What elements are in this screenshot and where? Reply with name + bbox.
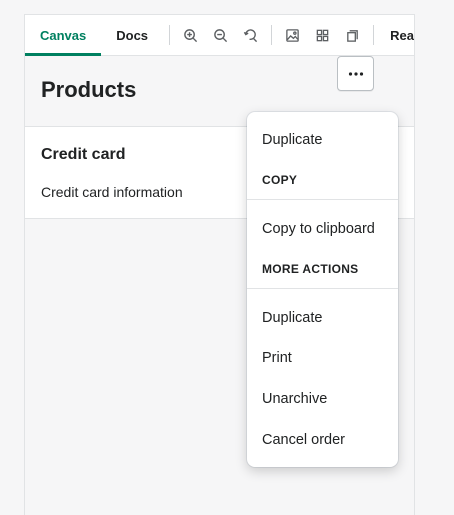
grid-button[interactable] (308, 15, 338, 55)
menu-item-cancel-order[interactable]: Cancel order (262, 432, 345, 448)
toolbar-truncated-item[interactable]: Rea (380, 15, 414, 55)
section-heading-copy: COPY (262, 173, 298, 187)
zoom-out-button[interactable] (206, 15, 236, 55)
tab-canvas[interactable]: Canvas (25, 15, 102, 56)
frame-button[interactable] (337, 15, 367, 55)
actions-popover: Duplicate COPY Copy to clipboard MORE AC… (247, 112, 398, 467)
menu-item-unarchive[interactable]: Unarchive (262, 391, 327, 407)
tab-docs-label: Docs (116, 27, 149, 43)
more-actions-button[interactable] (337, 56, 374, 91)
tab-canvas-label: Canvas (40, 27, 87, 43)
zoom-in-icon (184, 28, 198, 42)
image-button[interactable] (278, 15, 308, 55)
toolbar-divider (169, 25, 170, 45)
zoom-reset-button[interactable] (235, 15, 265, 55)
menu-item-duplicate[interactable]: Duplicate (262, 310, 322, 326)
zoom-in-button[interactable] (176, 15, 206, 55)
frame-icon (347, 29, 358, 42)
menu-divider (247, 288, 398, 289)
grid-icon (316, 29, 329, 41)
tab-docs[interactable]: Docs (101, 15, 163, 55)
image-icon (286, 28, 300, 42)
more-horizontal-icon (348, 71, 363, 76)
card-text: Credit card information (41, 184, 183, 200)
zoom-out-icon (214, 28, 228, 42)
section-heading-more-actions: MORE ACTIONS (262, 262, 359, 276)
menu-divider (247, 199, 398, 200)
toolbar-divider (373, 25, 375, 45)
menu-item-print[interactable]: Print (262, 350, 292, 366)
menu-item-duplicate[interactable]: Duplicate (262, 132, 322, 148)
toolbar-truncated-label: Rea (390, 27, 414, 43)
page-title: Products (41, 77, 137, 102)
menu-item-copy-to-clipboard[interactable]: Copy to clipboard (262, 221, 375, 237)
zoom-reset-icon (243, 28, 257, 42)
toolbar-divider (271, 25, 273, 45)
toolbar: Canvas Docs Rea (25, 15, 414, 56)
card-title: Credit card (41, 146, 126, 163)
